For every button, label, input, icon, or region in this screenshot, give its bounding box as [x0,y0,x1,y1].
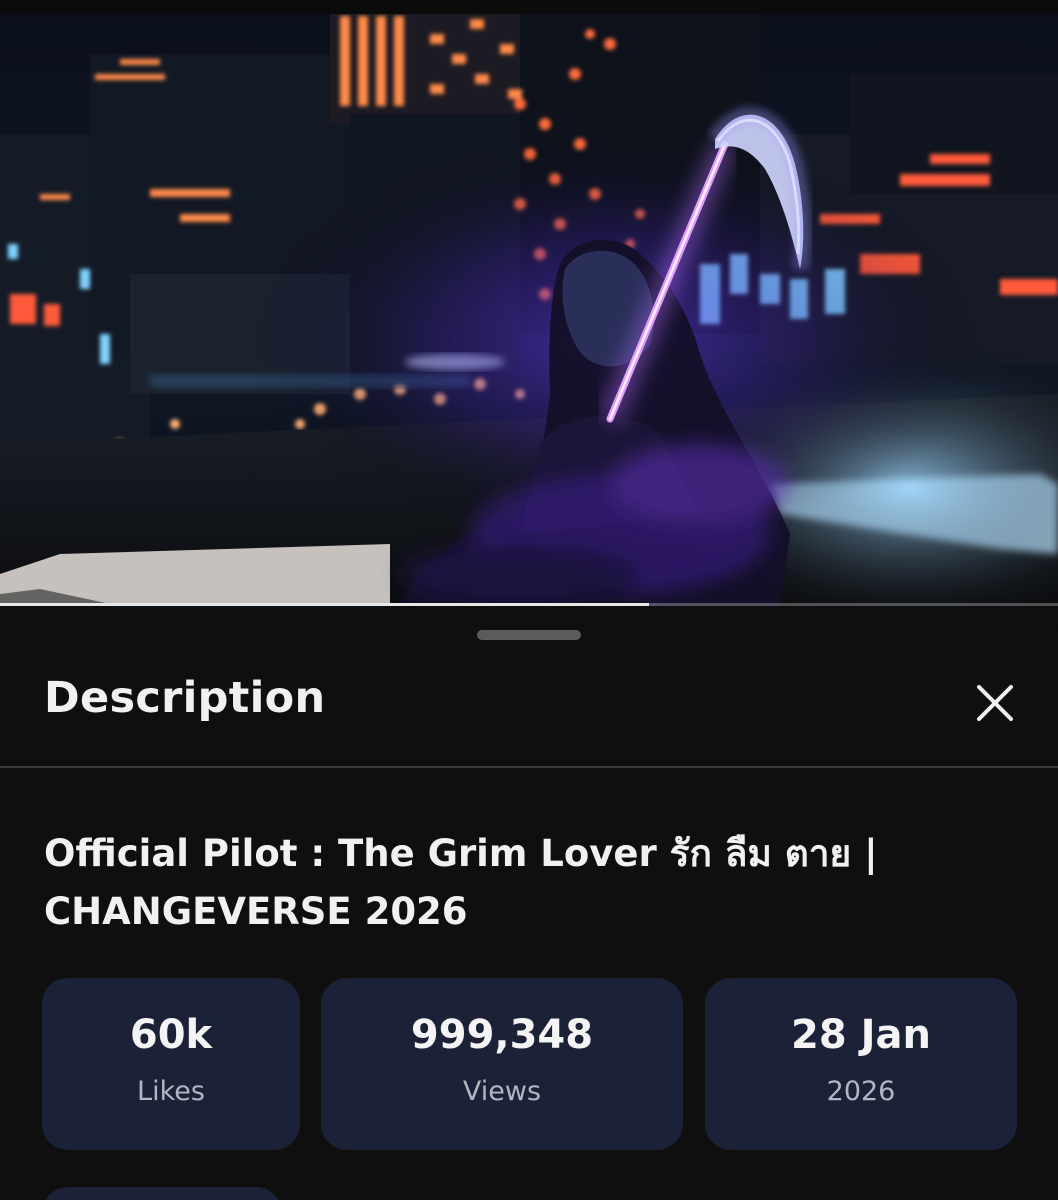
views-count: 999,348 [410,1012,594,1058]
likes-count: 60k [129,1012,213,1058]
stat-card-date: 28 Jan 2026 [705,978,1017,1150]
sheet-title: Description [44,673,326,723]
next-card-partial [42,1187,282,1200]
description-sheet: Description Official Pilot : The Grim Lo… [0,609,1058,1200]
video-progress-fill [0,603,649,606]
video-progress-bar[interactable] [0,603,1058,606]
close-icon [977,685,1013,721]
likes-label: Likes [137,1076,205,1107]
close-button[interactable] [966,674,1024,732]
video-player[interactable] [0,14,1058,606]
stat-card-views: 999,348 Views [321,978,683,1150]
upload-year: 2026 [826,1076,896,1107]
divider [0,766,1058,768]
upload-date: 28 Jan [791,1012,931,1058]
drag-handle[interactable] [477,630,581,640]
stats-row: 60k Likes 999,348 Views 28 Jan 2026 [42,978,1018,1150]
video-title: Official Pilot : The Grim Lover รัก ลืม … [44,832,878,933]
video-frame [0,14,1058,606]
status-bar [0,0,1058,14]
views-label: Views [462,1076,542,1107]
stat-card-likes: 60k Likes [42,978,300,1150]
app-screen: Description Official Pilot : The Grim Lo… [0,0,1058,1200]
